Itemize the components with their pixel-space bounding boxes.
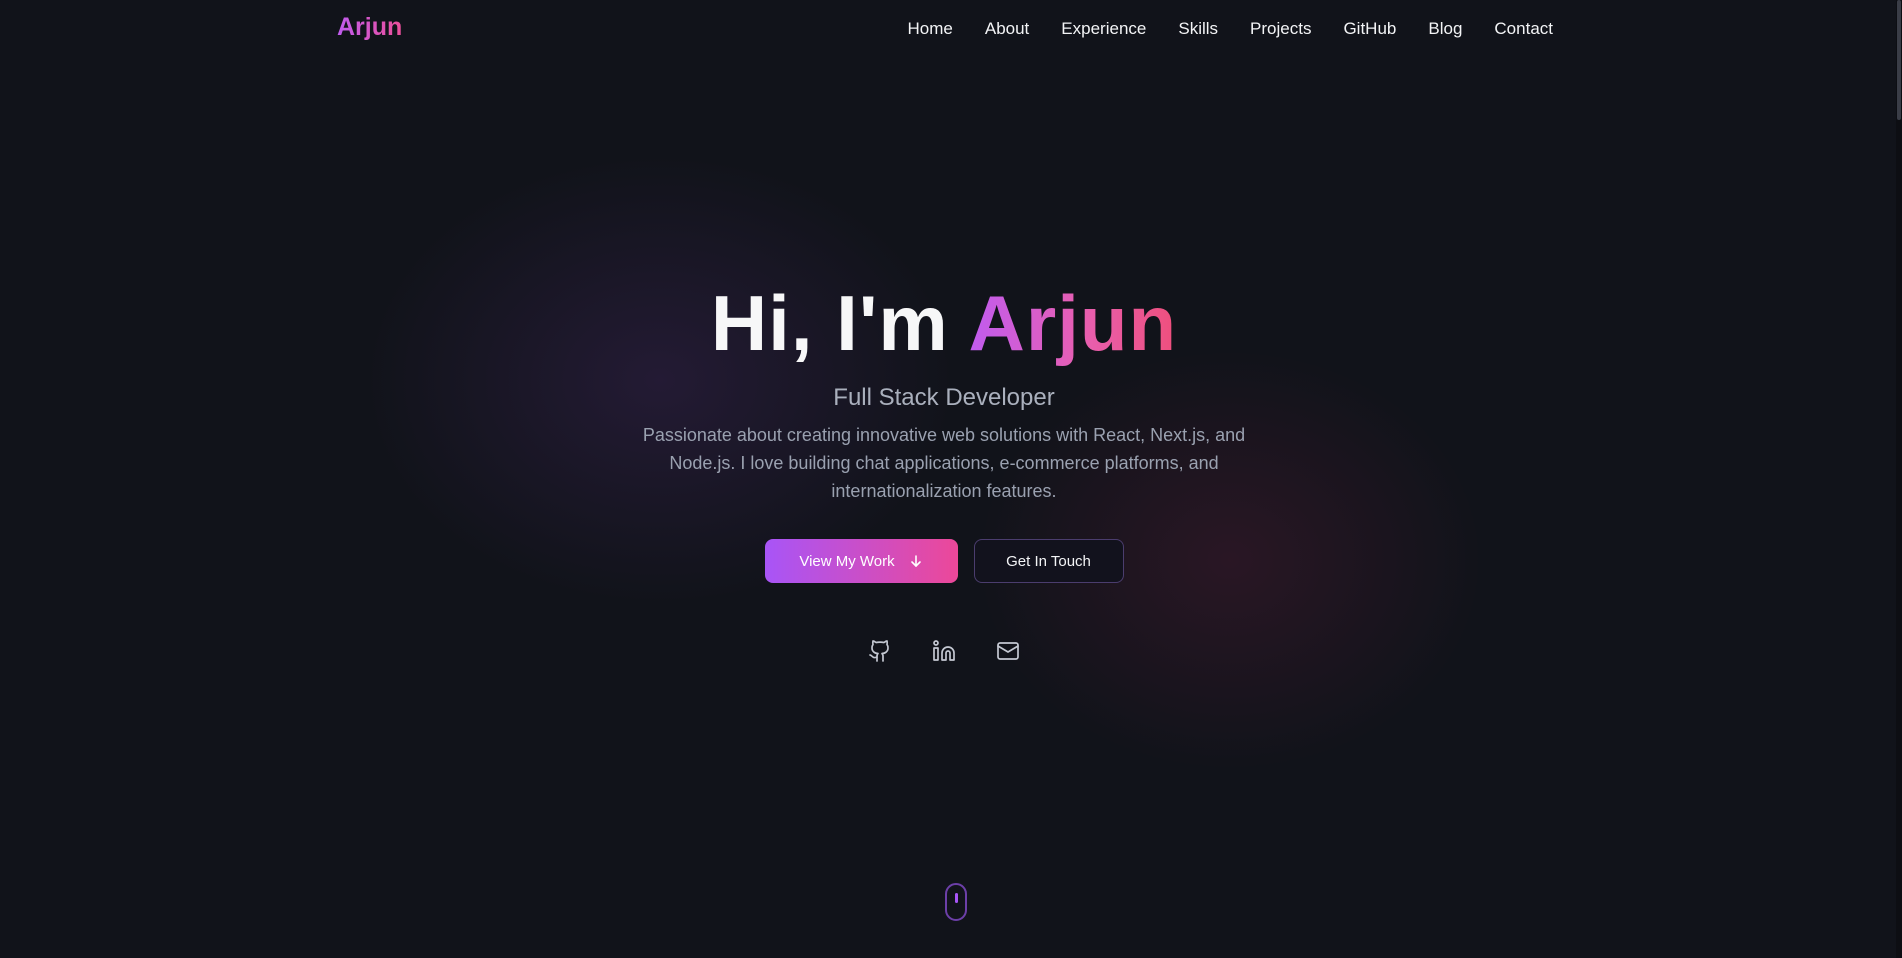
site-logo[interactable]: Arjun — [337, 13, 402, 42]
nav-link-home[interactable]: Home — [908, 19, 953, 39]
github-icon[interactable] — [866, 637, 894, 665]
nav-links: Home About Experience Skills Projects Gi… — [908, 19, 1554, 39]
view-my-work-label: View My Work — [799, 552, 895, 570]
hero-greeting: Hi, I'm — [710, 279, 969, 367]
scroll-down-indicator[interactable] — [945, 883, 967, 921]
nav-link-github[interactable]: GitHub — [1343, 19, 1396, 39]
nav-link-contact[interactable]: Contact — [1494, 19, 1553, 39]
mail-icon[interactable] — [994, 637, 1022, 665]
view-my-work-button[interactable]: View My Work — [764, 539, 958, 583]
scrollbar-thumb[interactable] — [1897, 0, 1901, 120]
hero-description: Passionate about creating innovative web… — [642, 425, 1246, 501]
page-scrollbar[interactable] — [1896, 0, 1902, 958]
hero-name: Arjun — [968, 279, 1178, 367]
social-links — [0, 637, 1888, 665]
hero-section: Hi, I'm Arjun Full Stack Developer Passi… — [0, 275, 1888, 665]
hero-buttons: View My Work Get In Touch — [0, 539, 1888, 583]
nav-link-experience[interactable]: Experience — [1061, 19, 1146, 39]
get-in-touch-label: Get In Touch — [1006, 552, 1091, 570]
nav-link-blog[interactable]: Blog — [1428, 19, 1462, 39]
nav-link-about[interactable]: About — [985, 19, 1029, 39]
hero-role: Full Stack Developer — [833, 384, 1055, 411]
navbar: Arjun Home About Experience Skills Proje… — [0, 0, 1902, 58]
get-in-touch-button[interactable]: Get In Touch — [973, 539, 1124, 583]
scroll-indicator-dot — [955, 893, 958, 903]
page: Arjun Home About Experience Skills Proje… — [0, 0, 1902, 958]
hero-title: Hi, I'm Arjun — [0, 275, 1888, 371]
nav-link-skills[interactable]: Skills — [1178, 19, 1218, 39]
linkedin-icon[interactable] — [930, 637, 958, 665]
nav-link-projects[interactable]: Projects — [1250, 19, 1311, 39]
arrow-down-icon — [909, 554, 923, 568]
